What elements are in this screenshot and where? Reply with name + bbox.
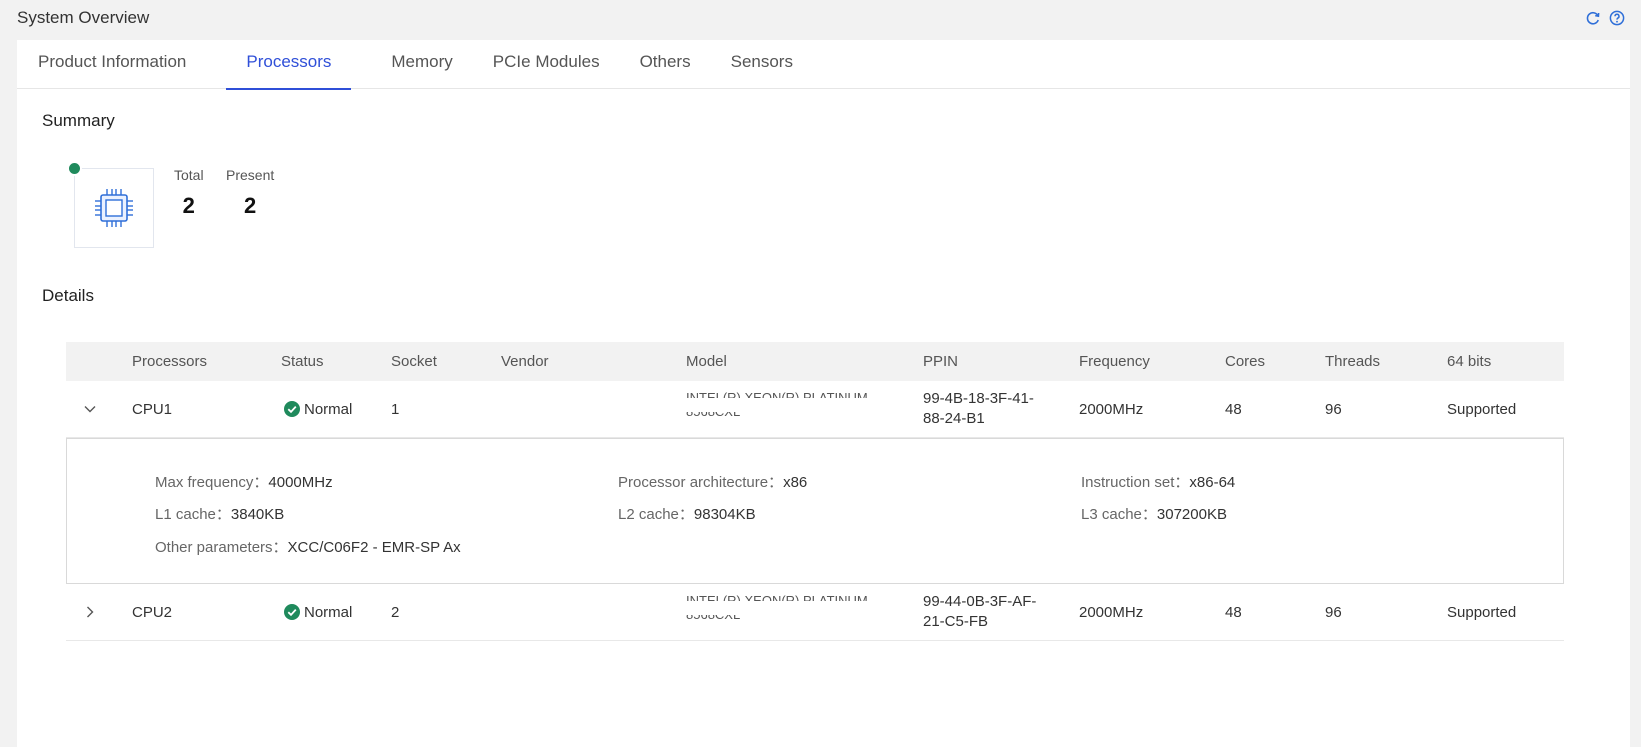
threads-cell: 96	[1325, 400, 1342, 418]
model-cell: INTEL(R) XEON(R) PLATINUM 8568CXL	[686, 381, 868, 437]
l2-cache-item: L2 cache：98304KB	[618, 503, 756, 524]
processors-table: Processors Status Socket Vendor Model PP…	[66, 342, 1564, 641]
top-bar: System Overview	[0, 0, 1641, 38]
column-header[interactable]: Socket	[391, 342, 437, 381]
model-line-1: INTEL(R) XEON(R) PLATINUM	[686, 593, 868, 601]
cores-cell: 48	[1225, 603, 1242, 621]
refresh-icon[interactable]	[1585, 10, 1601, 26]
model-line-1: INTEL(R) XEON(R) PLATINUM	[686, 390, 868, 398]
frequency-cell: 2000MHz	[1079, 400, 1144, 418]
processor-name: CPU2	[132, 603, 173, 621]
table-row[interactable]: CPU1 Normal 1 INTEL(R) XEON(R) PLATINUM …	[66, 381, 1564, 438]
ppin-line-2: 88-24-B1	[923, 410, 985, 427]
processor-architecture-item: Processor architecture：x86	[618, 471, 807, 492]
column-header[interactable]: Threads	[1325, 342, 1380, 381]
ppin-line-1: 99-44-0B-3F-AF-	[923, 593, 1037, 610]
table-row[interactable]: CPU2 Normal 2 INTEL(R) XEON(R) PLATINUM …	[66, 584, 1564, 641]
cores-cell: 48	[1225, 400, 1242, 418]
model-line-2: 8568CXL	[686, 412, 740, 423]
summary-title: Summary	[42, 111, 115, 130]
total-stat: Total 2	[174, 167, 204, 219]
check-circle-icon	[284, 604, 300, 620]
column-header[interactable]: Vendor	[501, 342, 549, 381]
column-header[interactable]: PPIN	[923, 342, 958, 381]
socket-cell: 2	[391, 603, 400, 621]
other-parameters-value: XCC/C06F2 - EMR-SP Ax	[287, 539, 461, 556]
processor-name: CPU1	[132, 400, 173, 418]
tab-memory[interactable]: Memory	[391, 40, 452, 89]
architecture-label: Processor architecture：	[618, 474, 784, 491]
present-value: 2	[244, 193, 257, 218]
cpu1-expanded-details: Max frequency：4000MHz Processor architec…	[66, 438, 1564, 584]
present-label: Present	[226, 167, 275, 183]
l2-cache-value: 98304KB	[693, 506, 756, 523]
ppin-cell: 99-44-0B-3F-AF- 21-C5-FB	[923, 584, 1036, 640]
bits64-cell: Supported	[1447, 603, 1517, 621]
page-title: System Overview	[17, 8, 150, 27]
column-header[interactable]: Frequency	[1079, 342, 1150, 381]
status-text: Normal	[304, 400, 353, 418]
tab-product-information[interactable]: Product Information	[38, 40, 186, 89]
column-header[interactable]: Cores	[1225, 342, 1265, 381]
ppin-cell: 99-4B-18-3F-41- 88-24-B1	[923, 381, 1034, 437]
max-frequency-item: Max frequency：4000MHz	[155, 471, 333, 492]
tab-others[interactable]: Others	[640, 40, 691, 89]
max-frequency-label: Max frequency：	[155, 474, 269, 491]
frequency-cell: 2000MHz	[1079, 603, 1144, 621]
other-parameters-item: Other parameters：XCC/C06F2 - EMR-SP Ax	[155, 536, 461, 557]
chevron-right-icon[interactable]	[83, 605, 97, 619]
main-panel: Product Information Processors Memory PC…	[17, 40, 1630, 747]
status-indicator	[67, 161, 82, 176]
check-circle-icon	[284, 401, 300, 417]
l3-cache-label: L3 cache：	[1081, 506, 1157, 523]
l1-cache-label: L1 cache：	[155, 506, 231, 523]
chevron-down-icon[interactable]	[83, 402, 97, 416]
processor-summary-card	[67, 161, 154, 248]
l1-cache-value: 3840KB	[230, 506, 285, 523]
max-frequency-value: 4000MHz	[268, 474, 333, 491]
column-header[interactable]: Model	[686, 342, 727, 381]
architecture-value: x86	[783, 474, 808, 491]
instruction-set-item: Instruction set：x86-64	[1081, 471, 1235, 492]
threads-cell: 96	[1325, 603, 1342, 621]
present-stat: Present 2	[226, 167, 274, 219]
other-parameters-label: Other parameters：	[155, 539, 288, 556]
bits64-cell: Supported	[1447, 400, 1517, 418]
l3-cache-item: L3 cache：307200KB	[1081, 503, 1227, 524]
ppin-line-2: 21-C5-FB	[923, 613, 989, 630]
tab-pcie-modules[interactable]: PCIe Modules	[493, 40, 600, 89]
model-line-2: 8568CXL	[686, 615, 740, 626]
details-title: Details	[42, 286, 94, 305]
l2-cache-label: L2 cache：	[618, 506, 694, 523]
status-cell: Normal	[284, 584, 352, 640]
l1-cache-item: L1 cache：3840KB	[155, 503, 284, 524]
ppin-line-1: 99-4B-18-3F-41-	[923, 390, 1034, 407]
column-header[interactable]: Status	[281, 342, 324, 381]
cpu-chip-icon	[95, 189, 133, 227]
status-cell: Normal	[284, 381, 352, 437]
total-label: Total	[174, 167, 204, 183]
column-header[interactable]: 64 bits	[1447, 342, 1491, 381]
l3-cache-value: 307200KB	[1156, 506, 1227, 523]
model-cell: INTEL(R) XEON(R) PLATINUM 8568CXL	[686, 584, 868, 640]
status-text: Normal	[304, 603, 353, 621]
tab-bar: Product Information Processors Memory PC…	[17, 40, 1630, 90]
tab-sensors[interactable]: Sensors	[731, 40, 793, 89]
column-header[interactable]: Processors	[132, 342, 207, 381]
total-value: 2	[182, 193, 195, 218]
instruction-set-value: x86-64	[1189, 474, 1236, 491]
table-header: Processors Status Socket Vendor Model PP…	[66, 342, 1564, 381]
help-icon[interactable]	[1609, 10, 1625, 26]
instruction-set-label: Instruction set：	[1081, 474, 1190, 491]
socket-cell: 1	[391, 400, 400, 418]
tab-processors[interactable]: Processors	[226, 40, 352, 90]
